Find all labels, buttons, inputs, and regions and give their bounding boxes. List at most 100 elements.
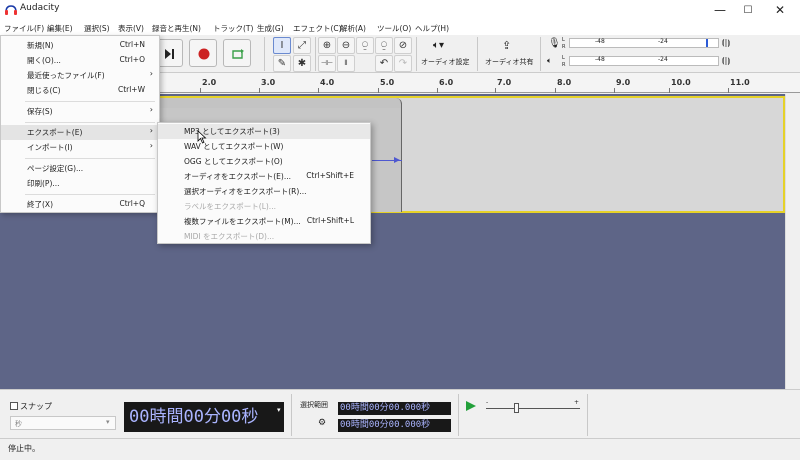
share-audio-label: オーディオ共有 <box>485 58 534 66</box>
record-meter[interactable]: -48 -24 <box>569 38 719 48</box>
menu-tools[interactable]: ツール(O) <box>377 23 411 34</box>
zoom-toggle-icon: ⊘ <box>398 40 408 51</box>
clip-header[interactable] <box>130 98 402 108</box>
export-labels: ラベルをエクスポート(L)... <box>158 199 370 214</box>
audio-settings-label: オーディオ設定 <box>421 58 470 66</box>
ruler-label: 7.0 <box>497 78 512 87</box>
playback-speed-slider[interactable]: - + <box>484 399 582 416</box>
silence-button[interactable]: ⫴ <box>337 55 355 72</box>
file-menu-open[interactable]: 開く(O)... Ctrl+O <box>1 53 159 68</box>
meter-r-label: R <box>562 44 566 50</box>
slider-min-mark: - <box>486 399 489 406</box>
loop-button[interactable] <box>223 39 251 67</box>
file-menu-save[interactable]: 保存(S) › <box>1 104 159 119</box>
menu-generate[interactable]: 生成(G) <box>257 23 284 34</box>
vertical-scrollbar[interactable] <box>785 94 800 389</box>
meter-db-label: -24 <box>658 38 668 45</box>
file-menu-export[interactable]: エクスポート(E) › <box>1 125 159 140</box>
window-title: Audacity <box>20 3 60 13</box>
close-button[interactable]: ✕ <box>764 0 796 21</box>
ruler-tick <box>437 88 438 93</box>
meter-l-label: L <box>562 55 565 61</box>
multi-tool-button[interactable]: ✱ <box>293 55 311 72</box>
zoom-out-button[interactable]: ⊖ <box>337 37 355 54</box>
redo-button[interactable]: ↷ <box>394 55 412 72</box>
export-multiple[interactable]: 複数ファイルをエクスポート(M)... Ctrl+Shift+L <box>158 214 370 229</box>
file-menu-recent[interactable]: 最近使ったファイル(F) › <box>1 68 159 83</box>
meter-grip-icon[interactable]: ⦗|⦘ <box>722 56 730 66</box>
snap-unit-select[interactable]: 秒 ▾ <box>10 416 116 430</box>
menu-item-label: オーディオをエクスポート(E)... <box>184 172 291 181</box>
audio-settings-button[interactable]: 🔈︎▾ オーディオ設定 <box>420 37 474 70</box>
menu-item-label: 保存(S) <box>27 107 53 116</box>
menu-item-label: 開く(O)... <box>27 56 61 65</box>
slider-track <box>486 408 580 409</box>
menu-item-label: エクスポート(E) <box>27 128 83 137</box>
record-button[interactable] <box>189 39 217 67</box>
selection-start-field[interactable]: 00時間00分00.000秒 <box>338 402 451 415</box>
menu-tracks[interactable]: トラック(T) <box>213 23 253 34</box>
toolbar-separator <box>587 394 588 436</box>
menu-file[interactable]: ファイル(F) <box>4 23 44 34</box>
selection-start-value: 00時間00分00.000秒 <box>340 403 431 413</box>
export-selected-audio[interactable]: 選択オーディオをエクスポート(R)... <box>158 184 370 199</box>
menu-edit[interactable]: 編集(E) <box>47 23 73 34</box>
chevron-right-icon: › <box>149 105 153 114</box>
menu-item-label: 複数ファイルをエクスポート(M)... <box>184 217 301 226</box>
menu-select[interactable]: 選択(S) <box>84 23 110 34</box>
maximize-button[interactable]: ☐ <box>732 0 764 21</box>
ruler-tick <box>318 88 319 93</box>
export-wav[interactable]: WAV としてエクスポート(W) <box>158 139 370 154</box>
file-menu-new[interactable]: 新規(N) Ctrl+N <box>1 38 159 53</box>
selection-end-field[interactable]: 00時間00分00.000秒 <box>338 419 451 432</box>
export-mp3[interactable]: MP3 としてエクスポート(3) <box>158 124 370 139</box>
menu-view[interactable]: 表示(V) <box>118 23 144 34</box>
file-menu-import[interactable]: インポート(I) › <box>1 140 159 155</box>
trim-button[interactable]: ⊣⊢ <box>318 55 336 72</box>
ruler-tick <box>669 88 670 93</box>
title-bar: Audacity — ☐ ✕ <box>0 0 800 21</box>
share-audio-button[interactable]: ⇪ オーディオ共有 <box>482 37 536 70</box>
export-ogg[interactable]: OGG としてエクスポート(O) <box>158 154 370 169</box>
fit-selection-button[interactable]: ⍜ <box>356 37 374 54</box>
meter-grip-icon[interactable]: ⦗|⦘ <box>722 38 730 48</box>
fit-project-button[interactable]: ⍜ <box>375 37 393 54</box>
file-menu-print[interactable]: 印刷(P)... <box>1 176 159 191</box>
file-menu-page-setup[interactable]: ページ設定(G)... <box>1 161 159 176</box>
envelope-tool-button[interactable]: ⤢ <box>293 37 311 54</box>
ruler-label: 8.0 <box>557 78 572 87</box>
menu-transport[interactable]: 録音と再生(N) <box>152 23 201 34</box>
ruler-tick <box>728 88 729 93</box>
pencil-icon: ✎ <box>277 58 287 69</box>
ruler-tick <box>555 88 556 93</box>
playback-speaker-icon: 🔈︎ <box>547 56 552 65</box>
toolbar-separator <box>315 37 316 71</box>
ruler-label: 3.0 <box>261 78 276 87</box>
i-beam-icon: I <box>280 40 284 51</box>
gear-icon[interactable]: ⚙︎ <box>318 418 326 428</box>
menu-separator <box>25 122 155 123</box>
play-at-speed-button[interactable] <box>465 400 477 414</box>
menu-analyze[interactable]: 解析(A) <box>340 23 366 34</box>
slider-thumb[interactable] <box>514 403 519 413</box>
microphone-icon: 🎙︎ <box>548 38 561 49</box>
menu-help[interactable]: ヘルプ(H) <box>415 23 449 34</box>
meter-l-label: L <box>562 37 565 43</box>
zoom-toggle-button[interactable]: ⊘ <box>394 37 412 54</box>
file-menu-exit[interactable]: 終了(X) Ctrl+Q <box>1 197 159 212</box>
time-display[interactable]: 00時間00分00秒 <box>124 402 284 432</box>
selection-tool-button[interactable]: I <box>273 37 291 54</box>
menu-item-label: OGG としてエクスポート(O) <box>184 157 283 166</box>
menu-effect[interactable]: エフェクト(C) <box>293 23 342 34</box>
time-menu-arrow-icon[interactable]: ▾ <box>277 406 281 414</box>
fit-project-icon: ⍜ <box>381 40 387 51</box>
export-audio[interactable]: オーディオをエクスポート(E)... Ctrl+Shift+E <box>158 169 370 184</box>
undo-button[interactable]: ↶ <box>375 55 393 72</box>
toolbar-separator <box>291 394 292 436</box>
snap-checkbox[interactable] <box>10 402 18 410</box>
export-midi: MIDI をエクスポート(D)... <box>158 229 370 244</box>
playback-meter[interactable]: -48 -24 <box>569 56 719 66</box>
file-menu-close[interactable]: 閉じる(C) Ctrl+W <box>1 83 159 98</box>
draw-tool-button[interactable]: ✎ <box>273 55 291 72</box>
zoom-in-button[interactable]: ⊕ <box>318 37 336 54</box>
